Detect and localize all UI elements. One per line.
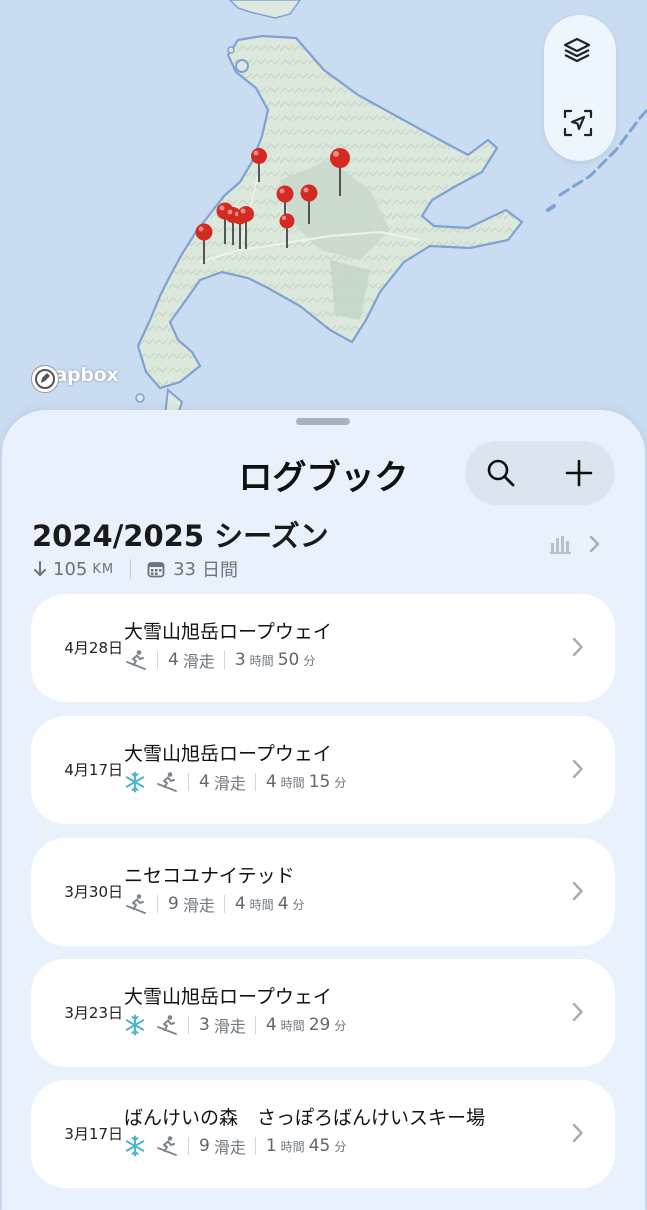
hours-value: 4	[265, 1015, 277, 1035]
days-label: 日間	[202, 560, 239, 581]
hours-unit: 時間	[280, 1018, 305, 1033]
session-date: 4月28日	[64, 639, 123, 657]
distance-value: 105	[53, 558, 88, 580]
session-meta: 9 滑走 1 時間 45 分	[124, 1134, 350, 1158]
skier-icon	[155, 1014, 179, 1036]
hours-unit: 時間	[249, 897, 274, 912]
sheet-grabber[interactable]	[296, 418, 350, 425]
session-meta: 9 滑走 4 時間 4 分	[124, 892, 309, 916]
session-card[interactable]: 3月23日 大雪山旭岳ロープウェイ 3 滑走 4 時間 29 分	[31, 959, 615, 1067]
hours-value: 1	[265, 1136, 277, 1156]
chevron-right-icon	[571, 1122, 585, 1148]
mapbox-logo: mapbox	[30, 364, 119, 393]
runs-label: 滑走	[213, 774, 246, 793]
session-date: 3月23日	[64, 1004, 123, 1022]
chevron-right-icon	[589, 535, 600, 553]
season-stats: 105 KM 33 日間	[32, 556, 238, 582]
session-card[interactable]: 4月17日 大雪山旭岳ロープウェイ 4 滑走 4 時間 15 分	[31, 716, 615, 824]
minutes-unit: 分	[334, 1018, 347, 1033]
chevron-right-icon	[571, 880, 585, 906]
divider	[254, 773, 256, 791]
divider	[157, 651, 158, 669]
skier-icon	[124, 649, 148, 671]
locate-icon[interactable]	[562, 107, 598, 143]
plus-icon	[565, 459, 593, 487]
minutes-value: 45	[308, 1136, 331, 1156]
session-meta: 4 滑走 3 時間 50 分	[124, 648, 319, 672]
layers-icon[interactable]	[562, 35, 598, 71]
arrow-down-icon	[34, 561, 46, 576]
snowflake-icon	[124, 771, 146, 793]
runs-value: 9	[168, 894, 179, 914]
minutes-value: 50	[277, 650, 300, 670]
hours-unit: 時間	[280, 1139, 305, 1154]
add-button[interactable]	[559, 453, 599, 493]
snowflake-icon	[124, 1135, 146, 1157]
resort-name: 大雪山旭岳ロープウェイ	[124, 743, 332, 765]
runs-value: 9	[199, 1136, 210, 1156]
minutes-unit: 分	[292, 897, 305, 912]
session-card[interactable]: 3月30日 ニセコユナイテッド 9 滑走 4 時間 4 分	[31, 838, 615, 946]
minutes-value: 15	[308, 772, 331, 792]
mapbox-icon	[31, 365, 59, 393]
session-date: 3月30日	[64, 883, 123, 901]
days-value: 33	[173, 558, 197, 580]
skier-icon	[124, 893, 148, 915]
header-actions	[465, 441, 615, 505]
runs-label: 滑走	[213, 1138, 246, 1157]
session-meta: 4 滑走 4 時間 15 分	[124, 770, 350, 794]
resort-name: 大雪山旭岳ロープウェイ	[124, 621, 332, 643]
chevron-right-icon	[571, 636, 585, 662]
chevron-right-icon	[571, 758, 585, 784]
distance-unit: KM	[92, 561, 115, 577]
map-view[interactable]: mapbox	[0, 0, 647, 470]
session-card[interactable]: 4月28日 大雪山旭岳ロープウェイ 4 滑走 3 時間 50 分	[31, 594, 615, 702]
bar-chart-icon	[550, 536, 571, 554]
runs-label: 滑走	[182, 652, 215, 671]
divider	[223, 651, 225, 669]
snowflake-icon	[124, 1014, 146, 1036]
resort-name: 大雪山旭岳ロープウェイ	[124, 986, 332, 1008]
runs-value: 4	[168, 650, 179, 670]
minutes-unit: 分	[334, 1139, 347, 1154]
divider	[254, 1137, 256, 1155]
runs-value: 3	[199, 1015, 210, 1035]
divider	[188, 1137, 189, 1155]
skier-icon	[155, 1135, 179, 1157]
resort-name: ばんけいの森 さっぽろばんけいスキー場	[124, 1107, 486, 1129]
divider	[188, 773, 189, 791]
minutes-unit: 分	[303, 653, 316, 668]
runs-label: 滑走	[213, 1017, 246, 1036]
divider	[130, 559, 132, 579]
divider	[157, 895, 158, 913]
session-date: 3月17日	[64, 1125, 123, 1143]
season-stats-button[interactable]	[550, 534, 602, 554]
divider	[254, 1016, 256, 1034]
calendar-icon	[147, 562, 165, 578]
hours-unit: 時間	[249, 653, 274, 668]
minutes-value: 29	[308, 1015, 331, 1035]
hours-value: 4	[265, 772, 277, 792]
hours-unit: 時間	[280, 775, 305, 790]
runs-value: 4	[199, 772, 210, 792]
session-date: 4月17日	[64, 761, 123, 779]
resort-name: ニセコユナイテッド	[124, 865, 295, 887]
map-controls	[544, 15, 616, 161]
runs-label: 滑走	[182, 896, 215, 915]
season-title: 2024/2025 シーズン	[32, 519, 329, 553]
skier-icon	[155, 771, 179, 793]
divider	[223, 895, 225, 913]
hours-value: 4	[234, 894, 246, 914]
session-meta: 3 滑走 4 時間 29 分	[124, 1013, 350, 1037]
minutes-unit: 分	[334, 775, 347, 790]
divider	[188, 1016, 189, 1034]
search-icon	[487, 459, 515, 487]
chevron-right-icon	[571, 1001, 585, 1027]
minutes-value: 4	[277, 894, 289, 914]
session-card[interactable]: 3月17日 ばんけいの森 さっぽろばんけいスキー場 9 滑走 1 時間 45 分	[31, 1080, 615, 1188]
search-button[interactable]	[481, 453, 521, 493]
hours-value: 3	[234, 650, 246, 670]
